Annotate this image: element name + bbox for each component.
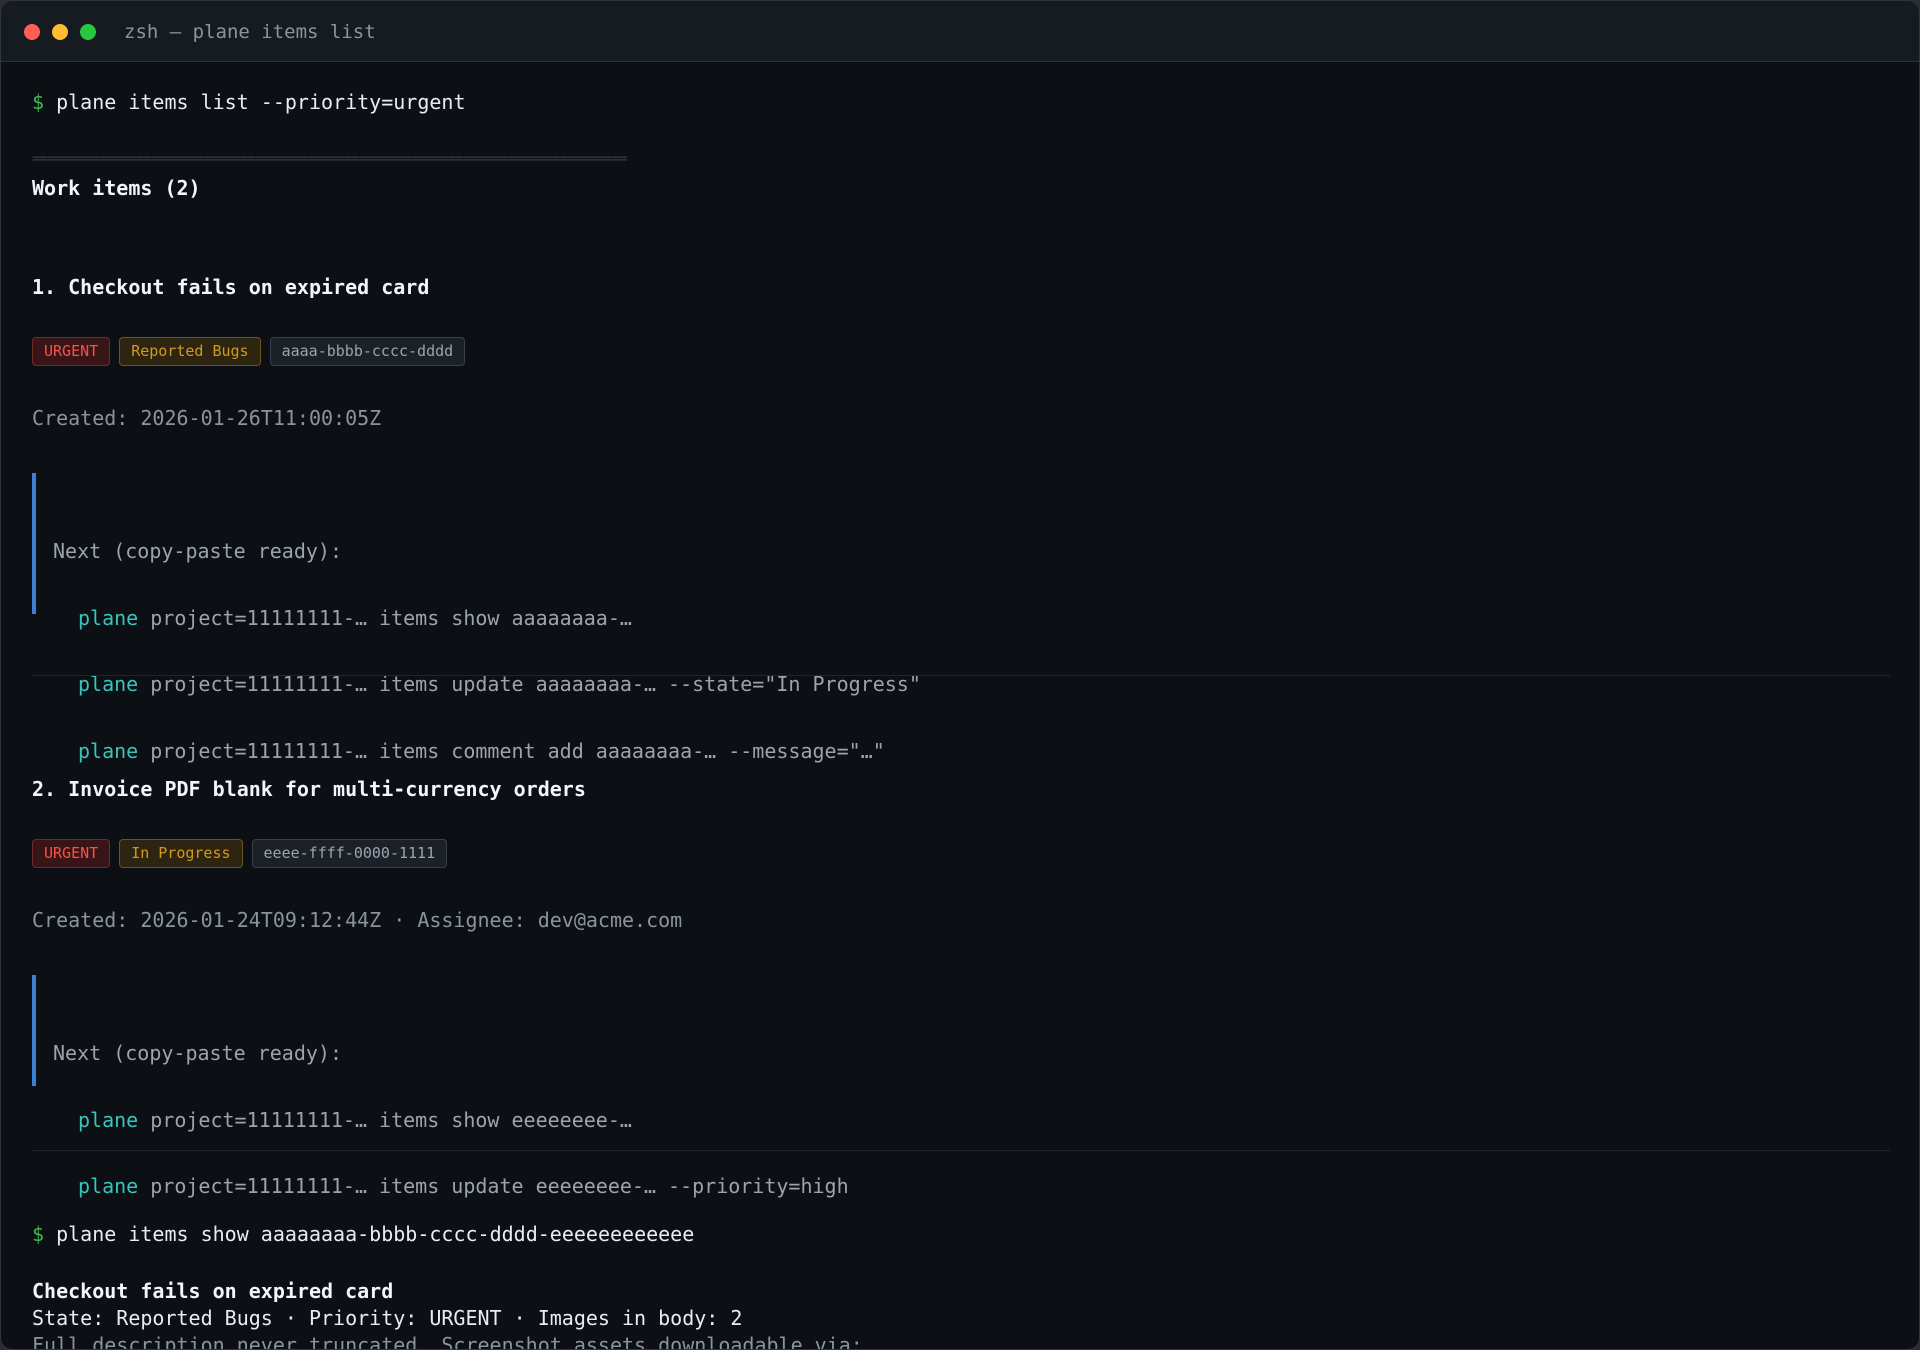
item-divider xyxy=(32,675,1890,676)
item-2-meta: Created: 2026-01-24T09:12:44Z · Assignee… xyxy=(32,908,683,932)
command-line-2: $ plane items show aaaaaaaa-bbbb-cccc-dd… xyxy=(32,1221,694,1247)
command-args: project=11111111-… items show aaaaaaaa-… xyxy=(138,605,632,630)
command-text-2: plane items show aaaaaaaa-bbbb-cccc-dddd… xyxy=(56,1222,695,1246)
command-text-1: plane items list --priority=urgent xyxy=(56,90,466,114)
detail-description-line: Full description never truncated. Screen… xyxy=(32,1333,863,1350)
item-1-meta: Created: 2026-01-26T11:00:05Z xyxy=(32,406,382,430)
next-command[interactable]: plane project=11111111-… items show eeee… xyxy=(53,1106,849,1135)
priority-badge: URGENT xyxy=(32,839,111,868)
command-args: project=11111111-… items show eeeeeeee-… xyxy=(138,1107,632,1132)
prompt-symbol: $ xyxy=(32,90,45,114)
next-command[interactable]: plane project=11111111-… items show aaaa… xyxy=(53,604,921,633)
next-label: Next (copy-paste ready): xyxy=(53,1041,342,1065)
detail-title: Checkout fails on expired card xyxy=(32,1279,394,1303)
command-args: project=11111111-… items update eeeeeeee… xyxy=(138,1174,849,1198)
item-1-title: 1. Checkout fails on expired card xyxy=(32,275,430,299)
priority-badge: URGENT xyxy=(32,337,111,366)
state-badge: Reported Bugs xyxy=(119,337,261,366)
command-keyword: plane xyxy=(78,1174,139,1198)
next-command[interactable]: plane project=11111111-… items update ee… xyxy=(53,1172,849,1201)
list-heading: Work items (2) xyxy=(32,176,201,200)
command-line-1: $ plane items list --priority=urgent xyxy=(32,89,466,115)
next-label: Next (copy-paste ready): xyxy=(53,539,342,563)
title-bar: zsh — plane items list xyxy=(1,1,1919,62)
prompt-symbol: $ xyxy=(32,1222,45,1246)
minimize-window-button[interactable] xyxy=(52,24,68,40)
item-2-title: 2. Invoice PDF blank for multi-currency … xyxy=(32,777,586,801)
window-title: zsh — plane items list xyxy=(124,21,376,43)
item-divider xyxy=(32,1150,1890,1151)
close-window-button[interactable] xyxy=(24,24,40,40)
item-2-badges: URGENT In Progress eeee-ffff-0000-1111 xyxy=(32,839,448,868)
command-keyword: plane xyxy=(78,738,139,763)
command-keyword: plane xyxy=(78,605,139,630)
terminal-window: zsh — plane items list $ plane items lis… xyxy=(0,0,1920,1350)
item-2-next-box: Next (copy-paste ready): plane project=1… xyxy=(32,975,849,1198)
item-1-next-box: Next (copy-paste ready): plane project=1… xyxy=(32,473,921,763)
maximize-window-button[interactable] xyxy=(80,24,96,40)
state-badge: In Progress xyxy=(119,839,243,868)
id-badge: aaaa-bbbb-cccc-dddd xyxy=(269,337,466,366)
next-command[interactable]: plane project=11111111-… items comment a… xyxy=(53,737,921,766)
separator-rule: ========================================… xyxy=(32,152,627,166)
detail-state-line: State: Reported Bugs · Priority: URGENT … xyxy=(32,1306,743,1330)
item-1-badges: URGENT Reported Bugs aaaa-bbbb-cccc-dddd xyxy=(32,337,466,366)
id-badge: eeee-ffff-0000-1111 xyxy=(251,839,448,868)
command-args: project=11111111-… items comment add aaa… xyxy=(138,738,885,763)
command-keyword: plane xyxy=(78,1107,139,1132)
